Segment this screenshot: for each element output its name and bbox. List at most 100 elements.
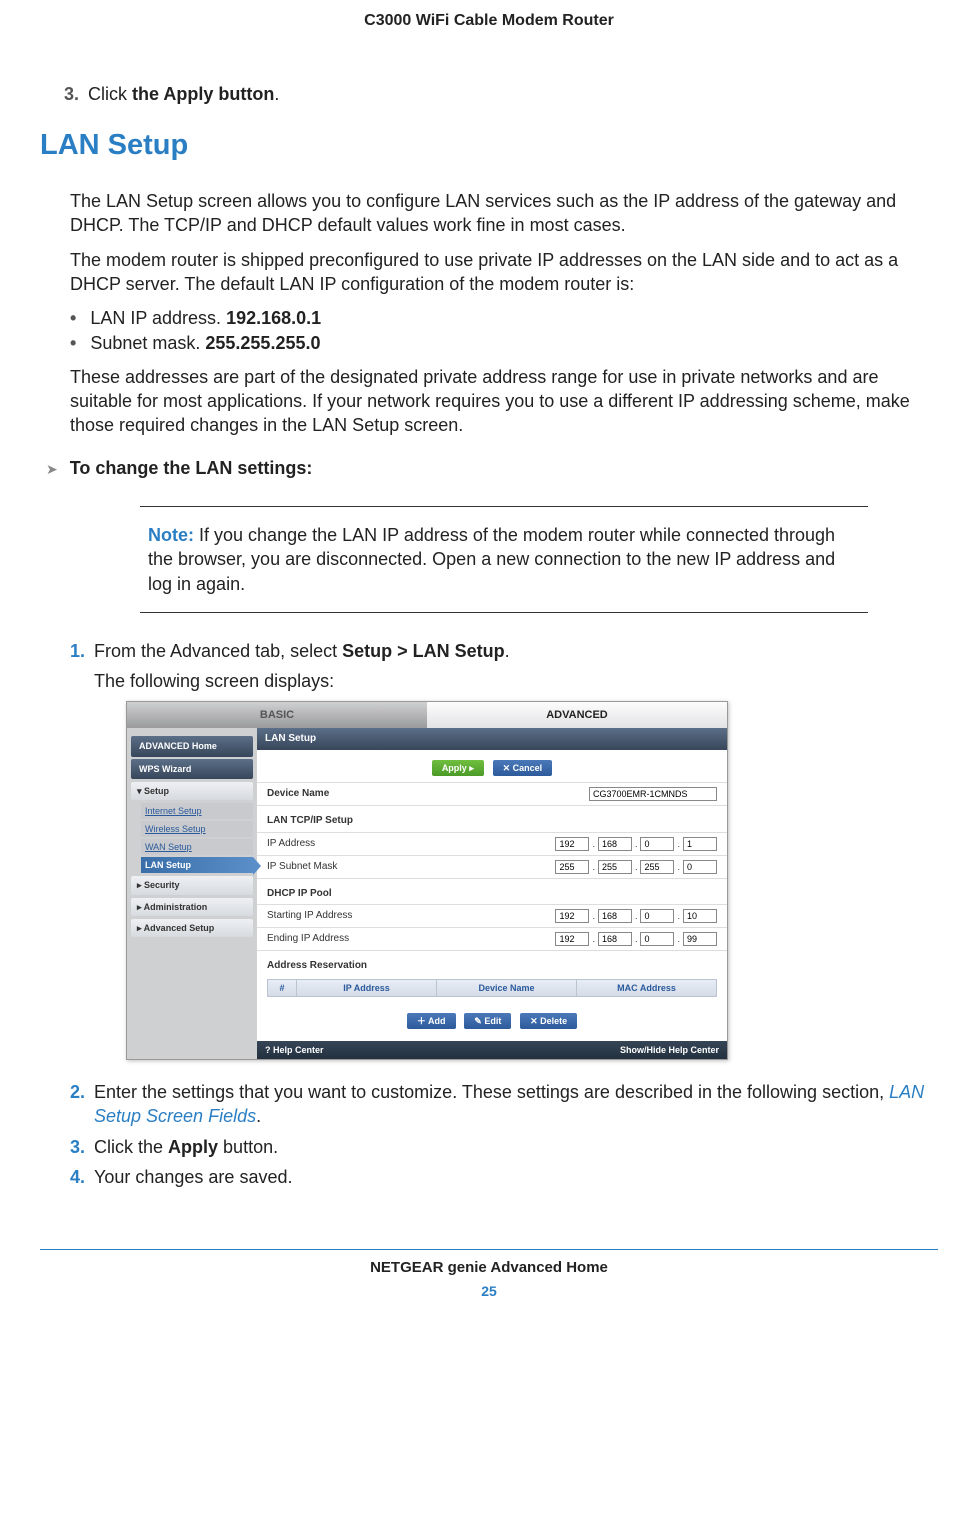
add-button[interactable]: ＋ Add xyxy=(407,1013,456,1029)
ip-octet-4[interactable] xyxy=(683,837,717,851)
starting-ip-input-group: . . . xyxy=(555,909,717,923)
section-dhcp-pool: DHCP IP Pool xyxy=(257,878,727,905)
sidebar-item-wireless-setup[interactable]: Wireless Setup xyxy=(141,821,253,837)
chevron-right-icon: ➤ xyxy=(46,460,58,480)
end-octet-2[interactable] xyxy=(598,932,632,946)
step-3b-num: 3. xyxy=(70,1135,94,1159)
step-2: 2. Enter the settings that you want to c… xyxy=(70,1080,938,1129)
bullet-2-value: 255.255.255.0 xyxy=(205,333,320,353)
step-2-c: . xyxy=(256,1106,261,1126)
bullet-lan-ip: • LAN IP address. 192.168.0.1 xyxy=(70,306,938,330)
starting-ip-label: Starting IP Address xyxy=(267,909,352,923)
cancel-button[interactable]: ✕ Cancel xyxy=(493,760,553,776)
step-1-sub: The following screen displays: xyxy=(70,669,938,693)
bullet-2-label: Subnet mask. xyxy=(90,333,205,353)
bullet-dot-icon: • xyxy=(70,306,76,330)
ip-octet-3[interactable] xyxy=(640,837,674,851)
step-1-num: 1. xyxy=(70,639,94,663)
subnet-mask-input-group: . . . xyxy=(555,860,717,874)
sidebar-item-lan-setup[interactable]: LAN Setup xyxy=(141,857,253,873)
note-label: Note: xyxy=(148,523,194,547)
start-octet-4[interactable] xyxy=(683,909,717,923)
device-name-label: Device Name xyxy=(267,787,329,801)
mask-octet-2[interactable] xyxy=(598,860,632,874)
paragraph-2: The modem router is shipped preconfigure… xyxy=(70,248,938,297)
footer-title: NETGEAR genie Advanced Home xyxy=(40,1249,938,1278)
start-octet-2[interactable] xyxy=(598,909,632,923)
step-1-b: Setup > LAN Setup xyxy=(342,641,505,661)
panel-title: LAN Setup xyxy=(257,728,727,750)
paragraph-1: The LAN Setup screen allows you to confi… xyxy=(70,189,938,238)
th-mac-address: MAC Address xyxy=(577,980,716,996)
mask-octet-4[interactable] xyxy=(683,860,717,874)
note-text: If you change the LAN IP address of the … xyxy=(148,525,835,594)
edit-button[interactable]: ✎ Edit xyxy=(464,1013,511,1029)
ending-ip-label: Ending IP Address xyxy=(267,932,349,946)
bullet-1-value: 192.168.0.1 xyxy=(226,308,321,328)
tab-basic[interactable]: BASIC xyxy=(127,702,427,728)
step-2-a: Enter the settings that you want to cust… xyxy=(94,1082,889,1102)
sidebar-group-security[interactable]: ▸ Security xyxy=(131,876,253,894)
bullet-dot-icon: • xyxy=(70,331,76,355)
step-3-text-a: Click xyxy=(88,84,132,104)
sidebar-item-advanced-home[interactable]: ADVANCED Home xyxy=(131,736,253,756)
section-heading-lan-setup: LAN Setup xyxy=(40,126,938,165)
sidebar-group-setup[interactable]: ▾ Setup xyxy=(131,782,253,800)
task-text: To change the LAN settings: xyxy=(70,456,313,480)
step-1-a: From the Advanced tab, select xyxy=(94,641,342,661)
step-3b-a: Click the xyxy=(94,1137,168,1157)
th-number: # xyxy=(268,980,297,996)
apply-button[interactable]: Apply ▸ xyxy=(432,760,484,776)
ip-address-label: IP Address xyxy=(267,837,315,851)
step-3-text-b: the Apply button xyxy=(132,84,274,104)
note-box: Note: If you change the LAN IP address o… xyxy=(140,506,868,613)
tab-advanced[interactable]: ADVANCED xyxy=(427,702,727,728)
sidebar-group-advanced-setup[interactable]: ▸ Advanced Setup xyxy=(131,919,253,937)
page-number: 25 xyxy=(40,1282,938,1301)
help-center-button[interactable]: ? Help Center xyxy=(265,1044,324,1056)
step-3-text-c: . xyxy=(274,84,279,104)
step-4-num: 4. xyxy=(70,1165,94,1189)
sidebar-item-wps-wizard[interactable]: WPS Wizard xyxy=(131,759,253,779)
mask-octet-3[interactable] xyxy=(640,860,674,874)
delete-button[interactable]: ✕ Delete xyxy=(520,1013,577,1029)
step-4-text: Your changes are saved. xyxy=(94,1165,938,1189)
subnet-mask-label: IP Subnet Mask xyxy=(267,860,337,874)
ordered-steps: 1. From the Advanced tab, select Setup >… xyxy=(70,639,938,1189)
sidebar-item-wan-setup[interactable]: WAN Setup xyxy=(141,839,253,855)
sidebar-item-internet-setup[interactable]: Internet Setup xyxy=(141,803,253,819)
step-3b: 3. Click the Apply button. xyxy=(70,1135,938,1159)
step-3-num: 3. xyxy=(64,84,79,104)
th-ip-address: IP Address xyxy=(297,980,437,996)
page-header: C3000 WiFi Cable Modem Router xyxy=(40,10,938,32)
bullet-1-label: LAN IP address. xyxy=(90,308,226,328)
start-octet-1[interactable] xyxy=(555,909,589,923)
show-hide-help-button[interactable]: Show/Hide Help Center xyxy=(620,1044,719,1056)
step-3: 3. Click the Apply button. xyxy=(64,82,938,106)
reservation-table-header: # IP Address Device Name MAC Address xyxy=(267,979,717,997)
mask-octet-1[interactable] xyxy=(555,860,589,874)
ip-octet-2[interactable] xyxy=(598,837,632,851)
ip-address-input-group: . . . xyxy=(555,837,717,851)
step-1-sub-text: The following screen displays: xyxy=(94,669,938,693)
paragraph-3: These addresses are part of the designat… xyxy=(70,365,938,438)
step-1: 1. From the Advanced tab, select Setup >… xyxy=(70,639,938,663)
step-2-num: 2. xyxy=(70,1080,94,1129)
end-octet-4[interactable] xyxy=(683,932,717,946)
step-4: 4. Your changes are saved. xyxy=(70,1165,938,1189)
end-octet-1[interactable] xyxy=(555,932,589,946)
section-lan-tcpip: LAN TCP/IP Setup xyxy=(257,805,727,832)
ip-octet-1[interactable] xyxy=(555,837,589,851)
start-octet-3[interactable] xyxy=(640,909,674,923)
bullet-subnet: • Subnet mask. 255.255.255.0 xyxy=(70,331,938,355)
screenshot-lan-setup: BASIC ADVANCED ADVANCED Home WPS Wizard … xyxy=(126,701,728,1060)
device-name-input[interactable] xyxy=(589,787,717,801)
step-3b-b: Apply xyxy=(168,1137,218,1157)
step-3b-c: button. xyxy=(218,1137,278,1157)
sidebar-group-administration[interactable]: ▸ Administration xyxy=(131,898,253,916)
task-heading: ➤ To change the LAN settings: xyxy=(46,456,938,480)
ending-ip-input-group: . . . xyxy=(555,932,717,946)
end-octet-3[interactable] xyxy=(640,932,674,946)
th-device-name: Device Name xyxy=(437,980,577,996)
step-1-c: . xyxy=(505,641,510,661)
